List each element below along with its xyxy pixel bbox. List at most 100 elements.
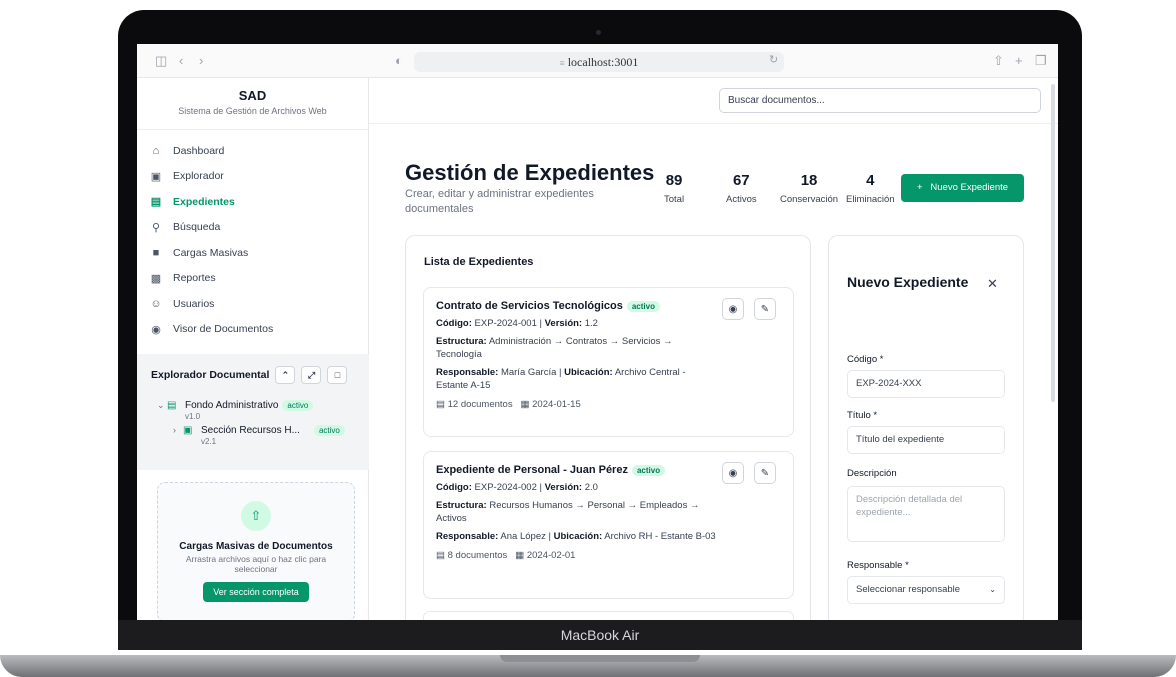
- stat-label: Conservación: [780, 194, 839, 205]
- code-label: Código:: [436, 318, 472, 329]
- title-field[interactable]: Título del expediente: [847, 426, 1005, 454]
- expediente-card[interactable]: Contrato de Servicios Tecnológicos activo…: [423, 287, 794, 437]
- stat-total: 89 Total: [664, 172, 684, 207]
- scrollbar[interactable]: [1051, 84, 1055, 402]
- tree-node-version: v2.1: [201, 437, 217, 446]
- card-code: EXP-2024-001: [474, 318, 537, 329]
- sidebar-item-busqueda[interactable]: ⚲ Búsqueda: [149, 215, 368, 241]
- stat-label: Activos: [726, 194, 757, 205]
- shield-icon: ◐: [395, 53, 403, 68]
- app-title: SAD: [238, 88, 267, 103]
- stat-value: 4: [866, 172, 875, 189]
- card-structure-line: Estructura: Recursos Humanos → Personal …: [436, 499, 716, 525]
- search-input[interactable]: Buscar documentos...: [719, 88, 1041, 113]
- card-date: 2024-01-15: [532, 399, 581, 410]
- new-tab-icon[interactable]: +: [1015, 53, 1023, 68]
- responsible-label: Responsable:: [436, 367, 499, 378]
- new-expediente-button[interactable]: + Nuevo Expediente: [901, 174, 1024, 202]
- tree-node-name: Sección Recursos H...: [201, 425, 300, 436]
- responsible-value: Seleccionar responsable: [856, 584, 961, 595]
- document-icon: ▤: [436, 399, 445, 410]
- stat-value: 67: [732, 172, 750, 189]
- folder-icon: ▣: [150, 170, 162, 183]
- card-code-line: Código: EXP-2024-002 | Versión: 2.0: [436, 482, 598, 493]
- edit-button[interactable]: ✎: [754, 298, 776, 320]
- new-expediente-panel: Nuevo Expediente ✕ Código * EXP-2024-XXX…: [828, 235, 1024, 620]
- status-badge: activo: [282, 400, 314, 411]
- edit-icon: ✎: [760, 303, 770, 315]
- view-button[interactable]: ◉: [722, 298, 744, 320]
- version-label: Versión:: [544, 482, 583, 493]
- tree-node-name: Fondo Administrativo: [185, 400, 279, 411]
- sidebar-toggle-icon[interactable]: ◫: [155, 53, 167, 69]
- edit-button[interactable]: ✎: [754, 462, 776, 484]
- structure-label: Estructura:: [436, 500, 487, 511]
- sidebar-item-visor[interactable]: ◉ Visor de Documentos: [149, 317, 368, 343]
- plus-icon: +: [916, 182, 931, 193]
- clipboard-icon: ▩: [150, 272, 162, 285]
- responsible-select[interactable]: Seleccionar responsable ⌄: [847, 576, 1005, 604]
- sidebar-item-label: Explorador: [173, 170, 224, 183]
- sidebar-item-expedientes[interactable]: ▤ Expedientes: [149, 189, 368, 215]
- new-file-button[interactable]: □: [327, 366, 348, 384]
- share-icon[interactable]: ⇧: [993, 53, 1004, 69]
- sidebar-item-dashboard[interactable]: ⌂ Dashboard: [149, 138, 368, 164]
- tree-node-seccion[interactable]: › ▣ Sección Recursos H... activo v2.1: [173, 425, 369, 447]
- description-field[interactable]: Descripción detallada del expediente...: [847, 486, 1005, 542]
- status-badge: activo: [626, 301, 660, 312]
- stat-value: 18: [800, 172, 818, 189]
- users-icon: ☺: [150, 297, 162, 310]
- stat-activos: 67 Activos: [726, 172, 757, 207]
- sidebar-item-usuarios[interactable]: ☺ Usuarios: [149, 291, 368, 317]
- close-icon[interactable]: ✕: [987, 276, 998, 292]
- reload-icon[interactable]: ↻: [769, 53, 778, 66]
- calendar-icon: ▦: [520, 399, 530, 410]
- code-label: Código:: [436, 482, 472, 493]
- tabs-overview-icon[interactable]: ❐: [1035, 53, 1047, 69]
- chevron-down-icon[interactable]: ⌄: [157, 400, 167, 411]
- sidebar-item-explorador[interactable]: ▣ Explorador: [149, 164, 368, 190]
- sidebar-item-label: Usuarios: [173, 297, 215, 310]
- explorer-header: Explorador Documental ⌃ ⤢ □: [137, 354, 369, 384]
- back-icon[interactable]: ‹: [179, 53, 183, 68]
- sidebar-item-cargas-masivas[interactable]: ■ Cargas Masivas: [149, 240, 368, 266]
- version-label: Versión:: [544, 318, 583, 329]
- app-subtitle: Sistema de Gestión de Archivos Web: [178, 106, 327, 116]
- status-badge: activo: [313, 425, 345, 436]
- home-icon: ⌂: [152, 144, 160, 157]
- form-title: Nuevo Expediente: [847, 274, 969, 290]
- sidebar-item-reportes[interactable]: ▩ Reportes: [149, 266, 368, 292]
- forward-icon[interactable]: ›: [199, 53, 203, 68]
- code-field[interactable]: EXP-2024-XXX: [847, 370, 1005, 398]
- location-label: Ubicación:: [564, 367, 613, 378]
- chevron-down-icon: ⌄: [989, 585, 996, 594]
- folder-icon: ▣: [183, 425, 193, 436]
- expand-button[interactable]: ⤢: [301, 366, 322, 384]
- stat-conservacion: 18 Conservación: [780, 172, 838, 207]
- browser-toolbar: ◫ ‹ › ◐ ≡ localhost:3001 ↻ ⇧ + ❐: [137, 44, 1058, 78]
- address-bar[interactable]: ≡ localhost:3001: [414, 52, 784, 72]
- search-icon: ⚲: [151, 221, 161, 234]
- expedientes-list: Lista de Expedientes Contrato de Servici…: [405, 235, 811, 624]
- page-subtitle: Crear, editar y administrar expedientes …: [405, 188, 594, 215]
- card-meta: ▤ 12 documentos ▦ 2024-01-15: [436, 399, 781, 410]
- stat-eliminacion: 4 Eliminación: [846, 172, 895, 207]
- document-explorer: Explorador Documental ⌃ ⤢ □ ⌄ ▤ Fondo Ad…: [137, 354, 369, 470]
- expediente-card[interactable]: Expediente de Personal - Juan Pérez activ…: [423, 451, 794, 599]
- collapse-button[interactable]: ⌃: [275, 366, 296, 384]
- tree-node-label: Sección Recursos H... activo v2.1: [201, 425, 345, 447]
- tree-node-fondo[interactable]: ⌄ ▤ Fondo Administrativo activo v1.0: [157, 400, 369, 422]
- file-upload-icon: ⇧: [241, 501, 271, 531]
- view-button[interactable]: ◉: [722, 462, 744, 484]
- upload-dropzone[interactable]: ⇧ Cargas Masivas de Documentos Arrastra …: [157, 482, 355, 622]
- card-responsible: María García: [500, 367, 557, 378]
- sidebar-item-label: Cargas Masivas: [173, 246, 249, 259]
- view-section-button[interactable]: Ver sección completa: [203, 582, 309, 602]
- card-meta: ▤ 8 documentos ▦ 2024-02-01: [436, 550, 781, 561]
- top-bar: Buscar documentos...: [369, 78, 1058, 124]
- responsible-label: Responsable *: [847, 560, 909, 571]
- file-plus-icon: □: [334, 370, 341, 380]
- chevron-right-icon[interactable]: ›: [173, 425, 183, 435]
- laptop-mockup: ◫ ‹ › ◐ ≡ localhost:3001 ↻ ⇧ + ❐ SAD Sis…: [0, 0, 1176, 677]
- card-structure-line: Estructura: Administración → Contratos →…: [436, 335, 716, 361]
